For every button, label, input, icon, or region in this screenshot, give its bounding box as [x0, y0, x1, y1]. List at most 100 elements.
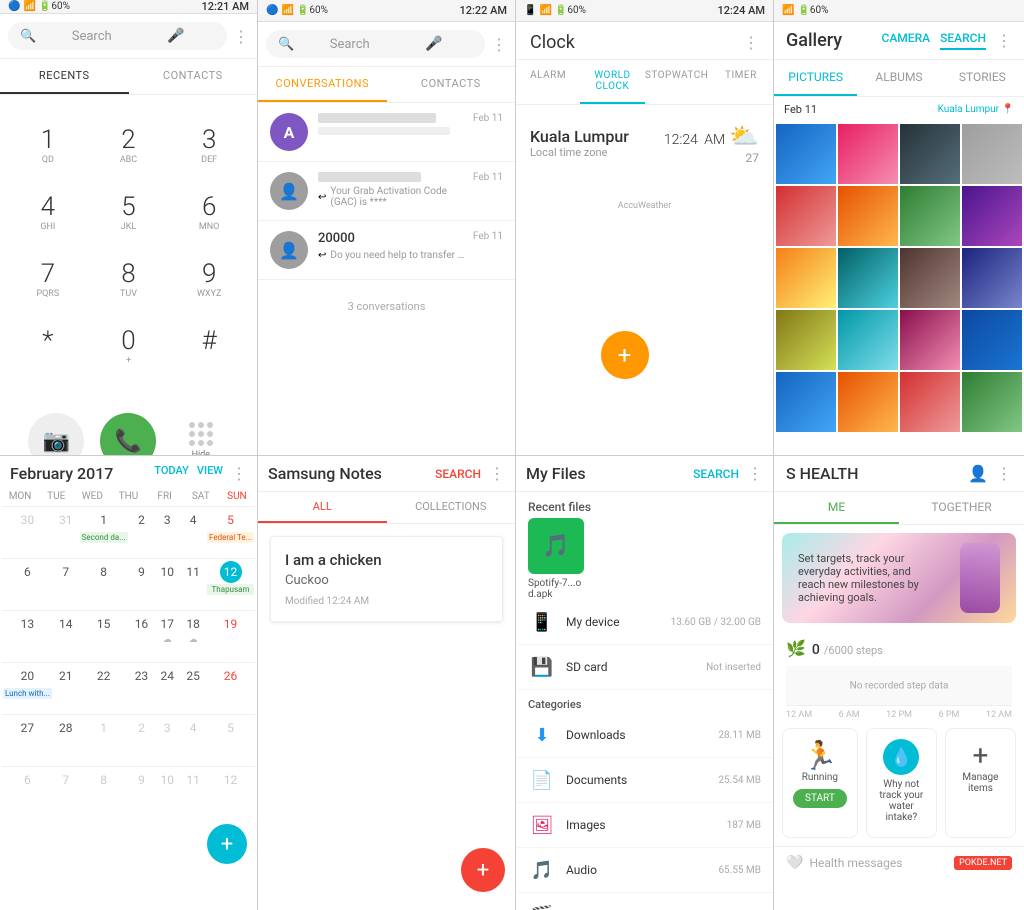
cal-cell-w4d3[interactable]: 22: [79, 662, 129, 714]
hide-button[interactable]: Hide: [173, 413, 229, 455]
gallery-thumb-18[interactable]: [838, 372, 898, 432]
notes-more-icon[interactable]: ⋮: [489, 464, 505, 483]
gallery-thumb-2[interactable]: [838, 124, 898, 184]
file-item-device[interactable]: 📱 My device 13.60 GB / 32.00 GB: [516, 600, 773, 645]
cal-cell-w6d7[interactable]: 12: [206, 766, 255, 818]
conv-item-1[interactable]: A Feb 11: [258, 103, 515, 162]
gallery-thumb-14[interactable]: [838, 310, 898, 370]
files-search-button[interactable]: SEARCH: [693, 467, 739, 481]
dial-key-hash[interactable]: #: [171, 316, 247, 378]
gallery-thumb-16[interactable]: [962, 310, 1022, 370]
cal-cell-w3d7[interactable]: 19: [206, 610, 255, 662]
gallery-thumb-3[interactable]: [900, 124, 960, 184]
more-icon[interactable]: ⋮: [233, 27, 249, 46]
video-call-button[interactable]: 📷: [28, 413, 84, 455]
cal-cell-w6d6[interactable]: 11: [180, 766, 206, 818]
gallery-thumb-19[interactable]: [900, 372, 960, 432]
tab-recents[interactable]: RECENTS: [0, 59, 129, 94]
notes-search-button[interactable]: SEARCH: [435, 467, 481, 481]
cal-cell-w3d1[interactable]: 13: [2, 610, 53, 662]
cal-cell-w5d4[interactable]: 2: [129, 714, 155, 766]
cal-cell-w4d2[interactable]: 21: [53, 662, 79, 714]
cal-cell-w4d5[interactable]: 24: [154, 662, 180, 714]
tab-all-notes[interactable]: ALL: [258, 492, 387, 523]
cal-cell-w5d6[interactable]: 4: [180, 714, 206, 766]
cal-cell-w5d2[interactable]: 28: [53, 714, 79, 766]
files-more-icon[interactable]: ⋮: [747, 464, 763, 483]
gallery-camera-button[interactable]: CAMERA: [882, 31, 931, 50]
health-messages-label[interactable]: Health messages: [809, 856, 954, 870]
cal-cell-w1d7[interactable]: 5Federal Te...: [206, 506, 255, 558]
dial-key-5[interactable]: 5 JKL: [91, 182, 167, 244]
gallery-thumb-11[interactable]: [900, 248, 960, 308]
dial-key-0[interactable]: 0 +: [91, 316, 167, 378]
cal-cell-w6d5[interactable]: 10: [154, 766, 180, 818]
dial-key-4[interactable]: 4 GHI: [10, 182, 86, 244]
tab-together[interactable]: TOGETHER: [899, 492, 1024, 524]
conv-item-2[interactable]: 👤 ↩ Your Grab Activation Code (GAC) is *…: [258, 162, 515, 221]
gallery-thumb-20[interactable]: [962, 372, 1022, 432]
tab-collections[interactable]: COLLECTIONS: [387, 492, 516, 523]
cal-cell-w3d5[interactable]: 17☁: [154, 610, 180, 662]
cal-cell-w6d3[interactable]: 8: [79, 766, 129, 818]
note-card-1[interactable]: I am a chicken Cuckoo Modified 12:24 AM: [270, 536, 503, 622]
tab-me[interactable]: ME: [774, 492, 899, 524]
health-person-icon[interactable]: 👤: [968, 464, 988, 483]
gallery-thumb-7[interactable]: [900, 186, 960, 246]
tab-contacts[interactable]: CONTACTS: [129, 59, 258, 94]
dial-key-1[interactable]: 1 QD: [10, 115, 86, 177]
gallery-thumb-4[interactable]: [962, 124, 1022, 184]
tab-conv-contacts[interactable]: CONTACTS: [387, 67, 516, 102]
tab-albums[interactable]: ALBUMS: [857, 60, 940, 96]
file-item-audio[interactable]: 🎵 Audio 65.55 MB: [516, 848, 773, 893]
add-clock-button[interactable]: +: [601, 331, 649, 379]
dial-key-8[interactable]: 8 TUV: [91, 249, 167, 311]
file-item-sd[interactable]: 💾 SD card Not inserted: [516, 645, 773, 690]
calendar-more-icon[interactable]: ⋮: [231, 464, 247, 483]
gallery-thumb-12[interactable]: [962, 248, 1022, 308]
tab-stories[interactable]: STORIES: [941, 60, 1024, 96]
cal-cell-w4d6[interactable]: 25: [180, 662, 206, 714]
tab-stopwatch[interactable]: STOPWATCH: [645, 60, 709, 104]
gallery-search-button[interactable]: SEARCH: [940, 31, 986, 50]
cal-cell-w2d5[interactable]: 10: [154, 558, 180, 610]
cal-cell-w6d2[interactable]: 7: [53, 766, 79, 818]
cal-cell-w1d1[interactable]: 30: [2, 506, 53, 558]
conv-more-icon[interactable]: ⋮: [491, 35, 507, 54]
cal-cell-w4d4[interactable]: 23: [129, 662, 155, 714]
running-start-button[interactable]: START: [793, 789, 847, 808]
file-item-documents[interactable]: 📄 Documents 25.54 MB: [516, 758, 773, 803]
tab-alarm[interactable]: ALARM: [516, 60, 580, 104]
health-more-icon[interactable]: ⋮: [996, 464, 1012, 483]
cal-cell-w2d7[interactable]: 12Thapusam: [206, 558, 255, 610]
add-note-button[interactable]: +: [461, 848, 505, 892]
tab-timer[interactable]: TIMER: [709, 60, 773, 104]
add-event-button[interactable]: +: [207, 824, 247, 864]
cal-cell-w5d5[interactable]: 3: [154, 714, 180, 766]
cal-cell-w3d4[interactable]: 16: [129, 610, 155, 662]
file-item-videos[interactable]: 🎬 Videos 102 MB: [516, 893, 773, 910]
cal-cell-w4d7[interactable]: 26: [206, 662, 255, 714]
cal-cell-w3d2[interactable]: 14: [53, 610, 79, 662]
conv-item-3[interactable]: 👤 20000 ↩ Do you need help to transfer y…: [258, 221, 515, 280]
cal-cell-w6d1[interactable]: 6: [2, 766, 53, 818]
cal-cell-w5d3[interactable]: 1: [79, 714, 129, 766]
cal-cell-w2d4[interactable]: 9: [129, 558, 155, 610]
cal-cell-w1d4[interactable]: 2: [129, 506, 155, 558]
dial-key-6[interactable]: 6 MNO: [171, 182, 247, 244]
file-item-downloads[interactable]: ⬇ Downloads 28.11 MB: [516, 713, 773, 758]
tab-pictures[interactable]: PICTURES: [774, 60, 857, 96]
cal-cell-w3d3[interactable]: 15: [79, 610, 129, 662]
gallery-more-icon[interactable]: ⋮: [996, 31, 1012, 50]
today-button[interactable]: TODAY: [154, 464, 189, 483]
cal-cell-w6d4[interactable]: 9: [129, 766, 155, 818]
cal-cell-w1d3[interactable]: 1Second da...: [79, 506, 129, 558]
recent-file-icon[interactable]: 🎵: [528, 518, 584, 574]
call-button[interactable]: 📞: [100, 413, 156, 455]
cal-cell-w1d2[interactable]: 31: [53, 506, 79, 558]
gallery-thumb-8[interactable]: [962, 186, 1022, 246]
clock-more-icon[interactable]: ⋮: [743, 33, 759, 52]
gallery-thumb-17[interactable]: [776, 372, 836, 432]
cal-cell-w3d6[interactable]: 18☁: [180, 610, 206, 662]
conv-search-box[interactable]: 🔍 Search 🎤: [266, 30, 485, 58]
